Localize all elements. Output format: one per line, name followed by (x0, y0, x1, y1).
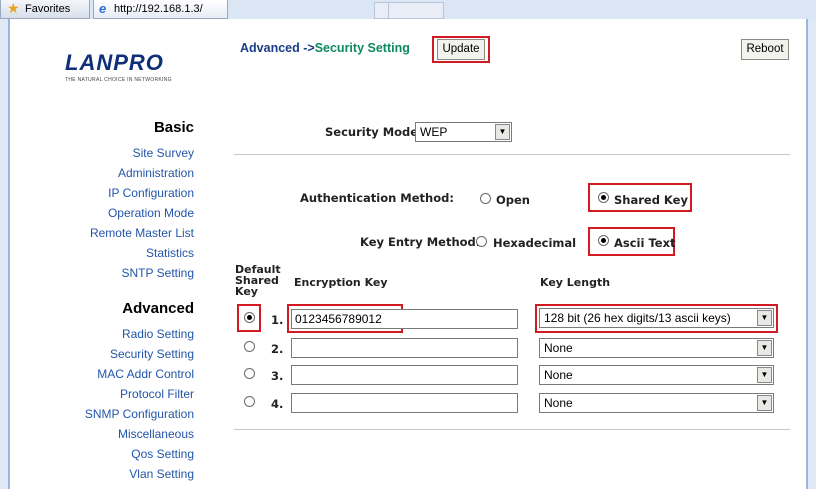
key-length-value: None (544, 368, 573, 382)
nav-statistics[interactable]: Statistics (90, 243, 194, 263)
auth-shared-key-radio[interactable] (598, 192, 609, 203)
nav-snmp-configuration[interactable]: SNMP Configuration (85, 404, 194, 424)
dropdown-arrow-icon: ▼ (757, 367, 772, 383)
key-length-value: None (544, 341, 573, 355)
key-row-number: 2. (271, 342, 284, 356)
main-content: Advanced ->Security Setting Update Reboo… (232, 19, 810, 489)
logo-tagline: THE NATURAL CHOICE IN NETWORKING (65, 77, 172, 83)
breadcrumb-page: Security Setting (314, 41, 410, 55)
key-length-select-4[interactable]: None ▼ (539, 393, 774, 413)
security-mode-value: WEP (420, 125, 448, 139)
key-row-number: 1. (271, 313, 284, 327)
security-mode-select[interactable]: WEP ▼ (415, 122, 512, 142)
entry-hex-radio[interactable] (476, 236, 487, 247)
nav-administration[interactable]: Administration (90, 163, 194, 183)
browser-tab[interactable]: e http://192.168.1.3/ (93, 0, 228, 19)
empty-tab[interactable] (374, 2, 444, 19)
dropdown-arrow-icon: ▼ (495, 124, 510, 140)
nav-qos-setting[interactable]: Qos Setting (85, 444, 194, 464)
browser-toolbar: ★ Favorites e http://192.168.1.3/ (0, 0, 816, 19)
basic-nav: Site Survey Administration IP Configurat… (90, 143, 194, 283)
nav-miscellaneous[interactable]: Miscellaneous (85, 424, 194, 444)
page-frame: LANPRO THE NATURAL CHOICE IN NETWORKING … (8, 19, 808, 489)
breadcrumb-prefix: Advanced -> (240, 41, 315, 55)
encryption-key-input-2[interactable] (291, 338, 518, 358)
dropdown-arrow-icon: ▼ (757, 340, 772, 356)
col-default-line-3: Key (235, 285, 258, 298)
default-key-radio-2[interactable] (244, 341, 255, 352)
advanced-section-title: Advanced (122, 300, 194, 317)
nav-remote-master-list[interactable]: Remote Master List (90, 223, 194, 243)
nav-site-survey[interactable]: Site Survey (90, 143, 194, 163)
tab-divider (388, 2, 389, 19)
nav-sntp-setting[interactable]: SNTP Setting (90, 263, 194, 283)
col-key-length: Key Length (540, 276, 611, 289)
update-button[interactable]: Update (437, 39, 485, 60)
favorites-button[interactable]: ★ Favorites (0, 0, 90, 19)
entry-ascii-radio[interactable] (598, 235, 609, 246)
col-default-shared-key: Default Shared Key (235, 264, 281, 297)
entry-ascii-label: Ascii Text (614, 236, 676, 250)
star-icon: ★ (7, 0, 20, 16)
sidebar: LANPRO THE NATURAL CHOICE IN NETWORKING … (10, 19, 232, 489)
key-length-select-3[interactable]: None ▼ (539, 365, 774, 385)
basic-section-title: Basic (153, 119, 194, 136)
default-key-radio-4[interactable] (244, 396, 255, 407)
auth-open-radio[interactable] (480, 193, 491, 204)
tab-url-label: http://192.168.1.3/ (114, 3, 203, 15)
breadcrumb: Advanced ->Security Setting (240, 41, 410, 55)
encryption-key-input-1[interactable]: 0123456789012 (291, 309, 518, 329)
auth-shared-key-label: Shared Key (614, 193, 688, 207)
nav-ip-configuration[interactable]: IP Configuration (90, 183, 194, 203)
key-row-number: 3. (271, 369, 284, 383)
lanpro-logo: LANPRO THE NATURAL CHOICE IN NETWORKING (65, 50, 200, 86)
auth-method-label: Authentication Method: (300, 191, 454, 205)
key-length-select-1[interactable]: 128 bit (26 hex digits/13 ascii keys) ▼ (539, 308, 774, 328)
nav-vlan-setting[interactable]: Vlan Setting (85, 464, 194, 484)
key-row-number: 4. (271, 397, 284, 411)
nav-mac-addr-control[interactable]: MAC Addr Control (85, 364, 194, 384)
logo-brand: LANPRO (65, 50, 164, 75)
divider (234, 429, 790, 430)
default-key-radio-3[interactable] (244, 368, 255, 379)
ie-icon: e (99, 1, 107, 16)
encryption-key-input-4[interactable] (291, 393, 518, 413)
favorites-label: Favorites (25, 3, 71, 15)
nav-security-setting[interactable]: Security Setting (85, 344, 194, 364)
col-encryption-key: Encryption Key (294, 276, 388, 289)
dropdown-arrow-icon: ▼ (757, 310, 772, 326)
entry-hex-label: Hexadecimal (493, 236, 577, 250)
dropdown-arrow-icon: ▼ (757, 395, 772, 411)
nav-protocol-filter[interactable]: Protocol Filter (85, 384, 194, 404)
security-mode-label: Security Mode: (325, 125, 423, 139)
nav-operation-mode[interactable]: Operation Mode (90, 203, 194, 223)
key-length-value: None (544, 396, 573, 410)
divider (234, 154, 790, 155)
key-length-value: 128 bit (26 hex digits/13 ascii keys) (544, 311, 731, 325)
advanced-nav: Radio Setting Security Setting MAC Addr … (85, 324, 194, 484)
nav-radio-setting[interactable]: Radio Setting (85, 324, 194, 344)
default-key-radio-1[interactable] (244, 312, 255, 323)
reboot-button[interactable]: Reboot (741, 39, 789, 60)
key-length-select-2[interactable]: None ▼ (539, 338, 774, 358)
key-entry-label: Key Entry Method: (360, 235, 481, 249)
auth-open-label: Open (496, 193, 530, 207)
encryption-key-input-3[interactable] (291, 365, 518, 385)
